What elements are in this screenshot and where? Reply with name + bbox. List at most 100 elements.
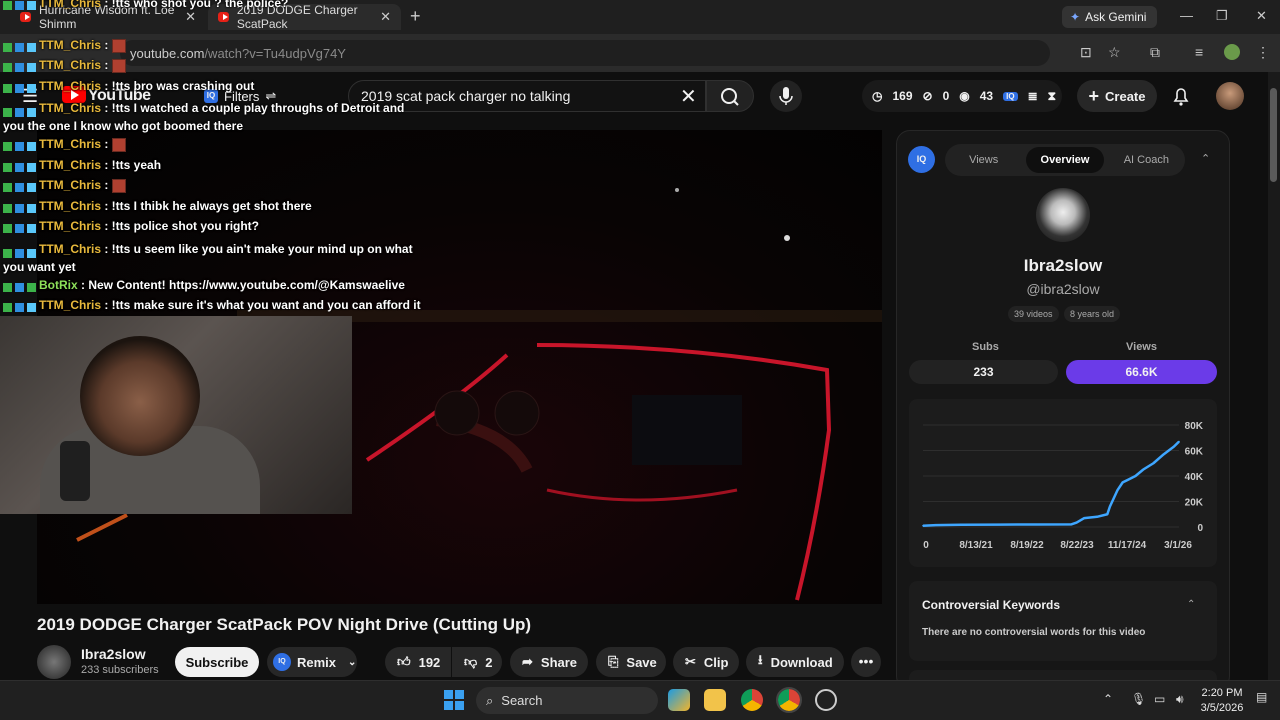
views-data-point <box>1109 505 1111 508</box>
views-series-line <box>922 440 1180 527</box>
chat-text: : !tts police shot you right? <box>101 219 260 233</box>
tab-overview[interactable]: Overview <box>1026 147 1104 173</box>
chat-badges-icon <box>3 61 39 72</box>
vidiq-logo-icon: IQ <box>908 146 935 173</box>
chat-badges-icon <box>3 161 39 172</box>
chat-username: TTM_Chris <box>39 242 102 256</box>
views-data-point <box>1106 513 1109 516</box>
subscribe-button[interactable]: Subscribe <box>175 647 259 677</box>
minimize-icon[interactable]: — <box>1180 8 1193 23</box>
chrome-active-icon[interactable] <box>776 687 802 713</box>
subscriber-count: 233 subscribers <box>81 664 159 676</box>
chat-username: TTM_Chris <box>39 38 102 52</box>
iq-icon[interactable]: IQ <box>1003 91 1018 101</box>
volume-icon[interactable]: 🔊︎ <box>1176 692 1184 707</box>
download-button[interactable]: ⭳ Download <box>746 647 844 677</box>
views-data-point <box>1127 479 1129 481</box>
channel-avatar[interactable] <box>37 645 71 679</box>
ask-gemini-button[interactable]: ✦ Ask Gemini <box>1062 6 1157 28</box>
clock-icon: ◷ <box>872 89 883 103</box>
create-button[interactable]: + Create <box>1077 80 1157 112</box>
notifications-bell-icon[interactable] <box>1172 86 1190 106</box>
collapse-panel-icon[interactable]: ⌃ <box>1201 152 1210 165</box>
video-title: 2019 DODGE Charger ScatPack POV Night Dr… <box>37 615 532 634</box>
reading-list-icon[interactable]: ≡ <box>1195 44 1203 60</box>
file-explorer-icon[interactable] <box>704 689 726 711</box>
chat-message: TTM_Chris : <box>3 38 126 53</box>
chat-badges-icon <box>3 181 39 192</box>
tray-overflow-icon[interactable]: ⌃ <box>1103 692 1113 706</box>
x-tick-label: 3/1/26 <box>1164 540 1192 551</box>
search-button[interactable] <box>706 80 754 112</box>
share-button[interactable]: ➦ Share <box>510 647 588 677</box>
chat-text: : !tts bro was crashing out <box>101 79 255 93</box>
panel-channel-avatar <box>1036 188 1090 242</box>
chat-message: TTM_Chris : !tts u seem like you ain't m… <box>3 240 423 276</box>
scissors-icon: ✂ <box>685 654 696 669</box>
tab-views[interactable]: Views <box>945 154 1022 166</box>
voice-search-button[interactable] <box>770 80 802 112</box>
list-icon[interactable]: ≣ <box>1028 89 1038 103</box>
views-value-tab[interactable]: 66.6K <box>1066 360 1217 384</box>
chevron-up-icon[interactable]: ⌃ <box>1187 599 1195 610</box>
bookmark-icon: ⎘ <box>608 654 619 669</box>
scrollbar-thumb[interactable] <box>1270 88 1277 182</box>
clip-label: Clip <box>703 654 729 670</box>
hourglass-icon[interactable]: ⧗ <box>1048 89 1056 104</box>
account-avatar[interactable] <box>1216 82 1244 110</box>
chat-badges-icon <box>3 301 39 312</box>
store-app-icon[interactable] <box>668 689 690 711</box>
extension-stats-bar[interactable]: ◷ 169 ⊘ 0 ◉ 43 IQ ≣ ⧗ <box>862 80 1062 112</box>
save-button[interactable]: ⎘ Save <box>596 647 666 677</box>
chat-text: : <box>101 137 109 151</box>
maximize-icon[interactable]: ❐ <box>1216 8 1228 24</box>
views-data-point <box>1070 523 1073 526</box>
create-label: Create <box>1105 88 1146 104</box>
chat-overlay: TTM_Chris : !tts who shot you ? the poli… <box>0 0 423 316</box>
x-tick-label: 8/19/22 <box>1010 540 1044 551</box>
like-button[interactable]: 👍︎ 192 <box>385 647 451 677</box>
extensions-icon[interactable]: ⧉ <box>1150 44 1160 61</box>
profile-icon[interactable] <box>1224 44 1240 60</box>
y-tick-label: 60K <box>1185 447 1204 458</box>
clock-date[interactable]: 3/5/2026 <box>1196 702 1248 714</box>
network-icon[interactable]: ▭ <box>1154 692 1165 706</box>
tab-ai-coach[interactable]: AI Coach <box>1108 154 1185 166</box>
bookmark-star-icon[interactable]: ☆ <box>1108 44 1121 61</box>
channel-name[interactable]: Ibra2slow <box>81 646 146 662</box>
remix-button[interactable]: IQ Remix ⌄ <box>267 647 357 677</box>
taskbar-search[interactable]: ⌕ Search <box>476 687 658 714</box>
microphone-tray-icon[interactable]: 🎙︎ <box>1131 692 1146 706</box>
chat-badges-icon <box>3 0 39 10</box>
chat-username: TTM_Chris <box>39 158 102 172</box>
install-app-icon[interactable]: ⊡ <box>1080 44 1092 61</box>
y-tick-label: 0 <box>1197 523 1203 534</box>
notification-center-icon[interactable]: ▤ <box>1256 690 1267 704</box>
clock-time[interactable]: 2:20 PM <box>1196 687 1248 699</box>
subs-value-tab[interactable]: 233 <box>909 360 1058 384</box>
dislike-button[interactable]: 👎︎ 2 <box>452 647 502 677</box>
chat-message: TTM_Chris : !tts yeah <box>3 158 161 172</box>
clip-button[interactable]: ✂ Clip <box>673 647 739 677</box>
webcam-overlay <box>0 316 352 514</box>
views-line-chart: 80K 60K 40K 20K 0 0 8/13/21 8/19/22 8/22/23 11/17… <box>922 421 1204 551</box>
thumbs-down-icon: 👎︎ <box>464 654 478 669</box>
search-icon <box>721 88 739 106</box>
taskbar-search-label: Search <box>501 693 543 708</box>
close-window-icon[interactable]: ✕ <box>1256 8 1267 24</box>
chat-text: : !tts who shot you ? the police? <box>101 0 289 10</box>
views-data-point <box>1178 440 1180 443</box>
clear-search-icon[interactable]: ✕ <box>680 84 697 109</box>
views-data-point <box>1083 517 1086 519</box>
chat-text: : !tts make sure it's what you want and … <box>101 298 421 312</box>
views-data-point <box>1037 523 1039 526</box>
download-icon: ⭳ <box>758 652 763 667</box>
menu-kebab-icon[interactable]: ⋮ <box>1256 44 1270 61</box>
obs-app-icon[interactable] <box>815 689 837 711</box>
chrome-app-icon[interactable] <box>741 689 763 711</box>
views-data-point <box>1162 453 1165 456</box>
chat-badges-icon <box>3 41 39 52</box>
chat-message: TTM_Chris : !tts I thibk he always get s… <box>3 199 312 213</box>
windows-start-icon[interactable] <box>444 690 464 710</box>
more-actions-icon[interactable]: ••• <box>851 647 881 677</box>
